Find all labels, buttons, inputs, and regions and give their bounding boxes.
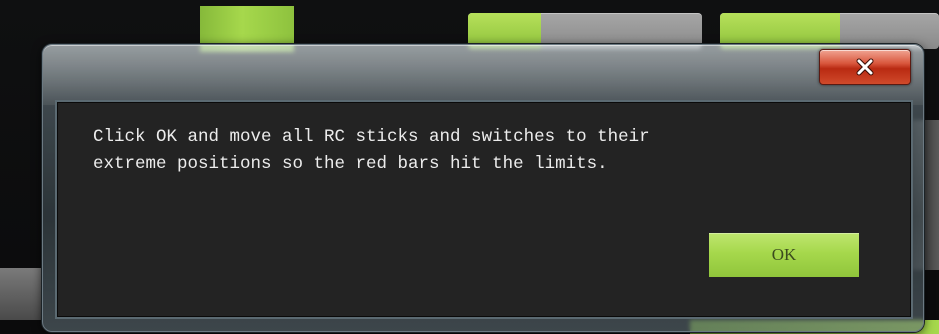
rc-calibration-dialog: Click OK and move all RC sticks and swit… <box>42 44 924 332</box>
dialog-message-line: Click OK and move all RC sticks and swit… <box>93 127 650 147</box>
dialog-message-line: extreme positions so the red bars hit th… <box>93 154 608 174</box>
dialog-content-panel: Click OK and move all RC sticks and swit… <box>55 100 913 319</box>
dialog-message: Click OK and move all RC sticks and swit… <box>93 124 650 178</box>
dialog-title-bar <box>43 45 923 105</box>
close-button[interactable] <box>819 49 911 85</box>
ok-button[interactable]: OK <box>709 233 859 277</box>
close-icon <box>856 58 874 76</box>
background-widget <box>0 268 42 320</box>
